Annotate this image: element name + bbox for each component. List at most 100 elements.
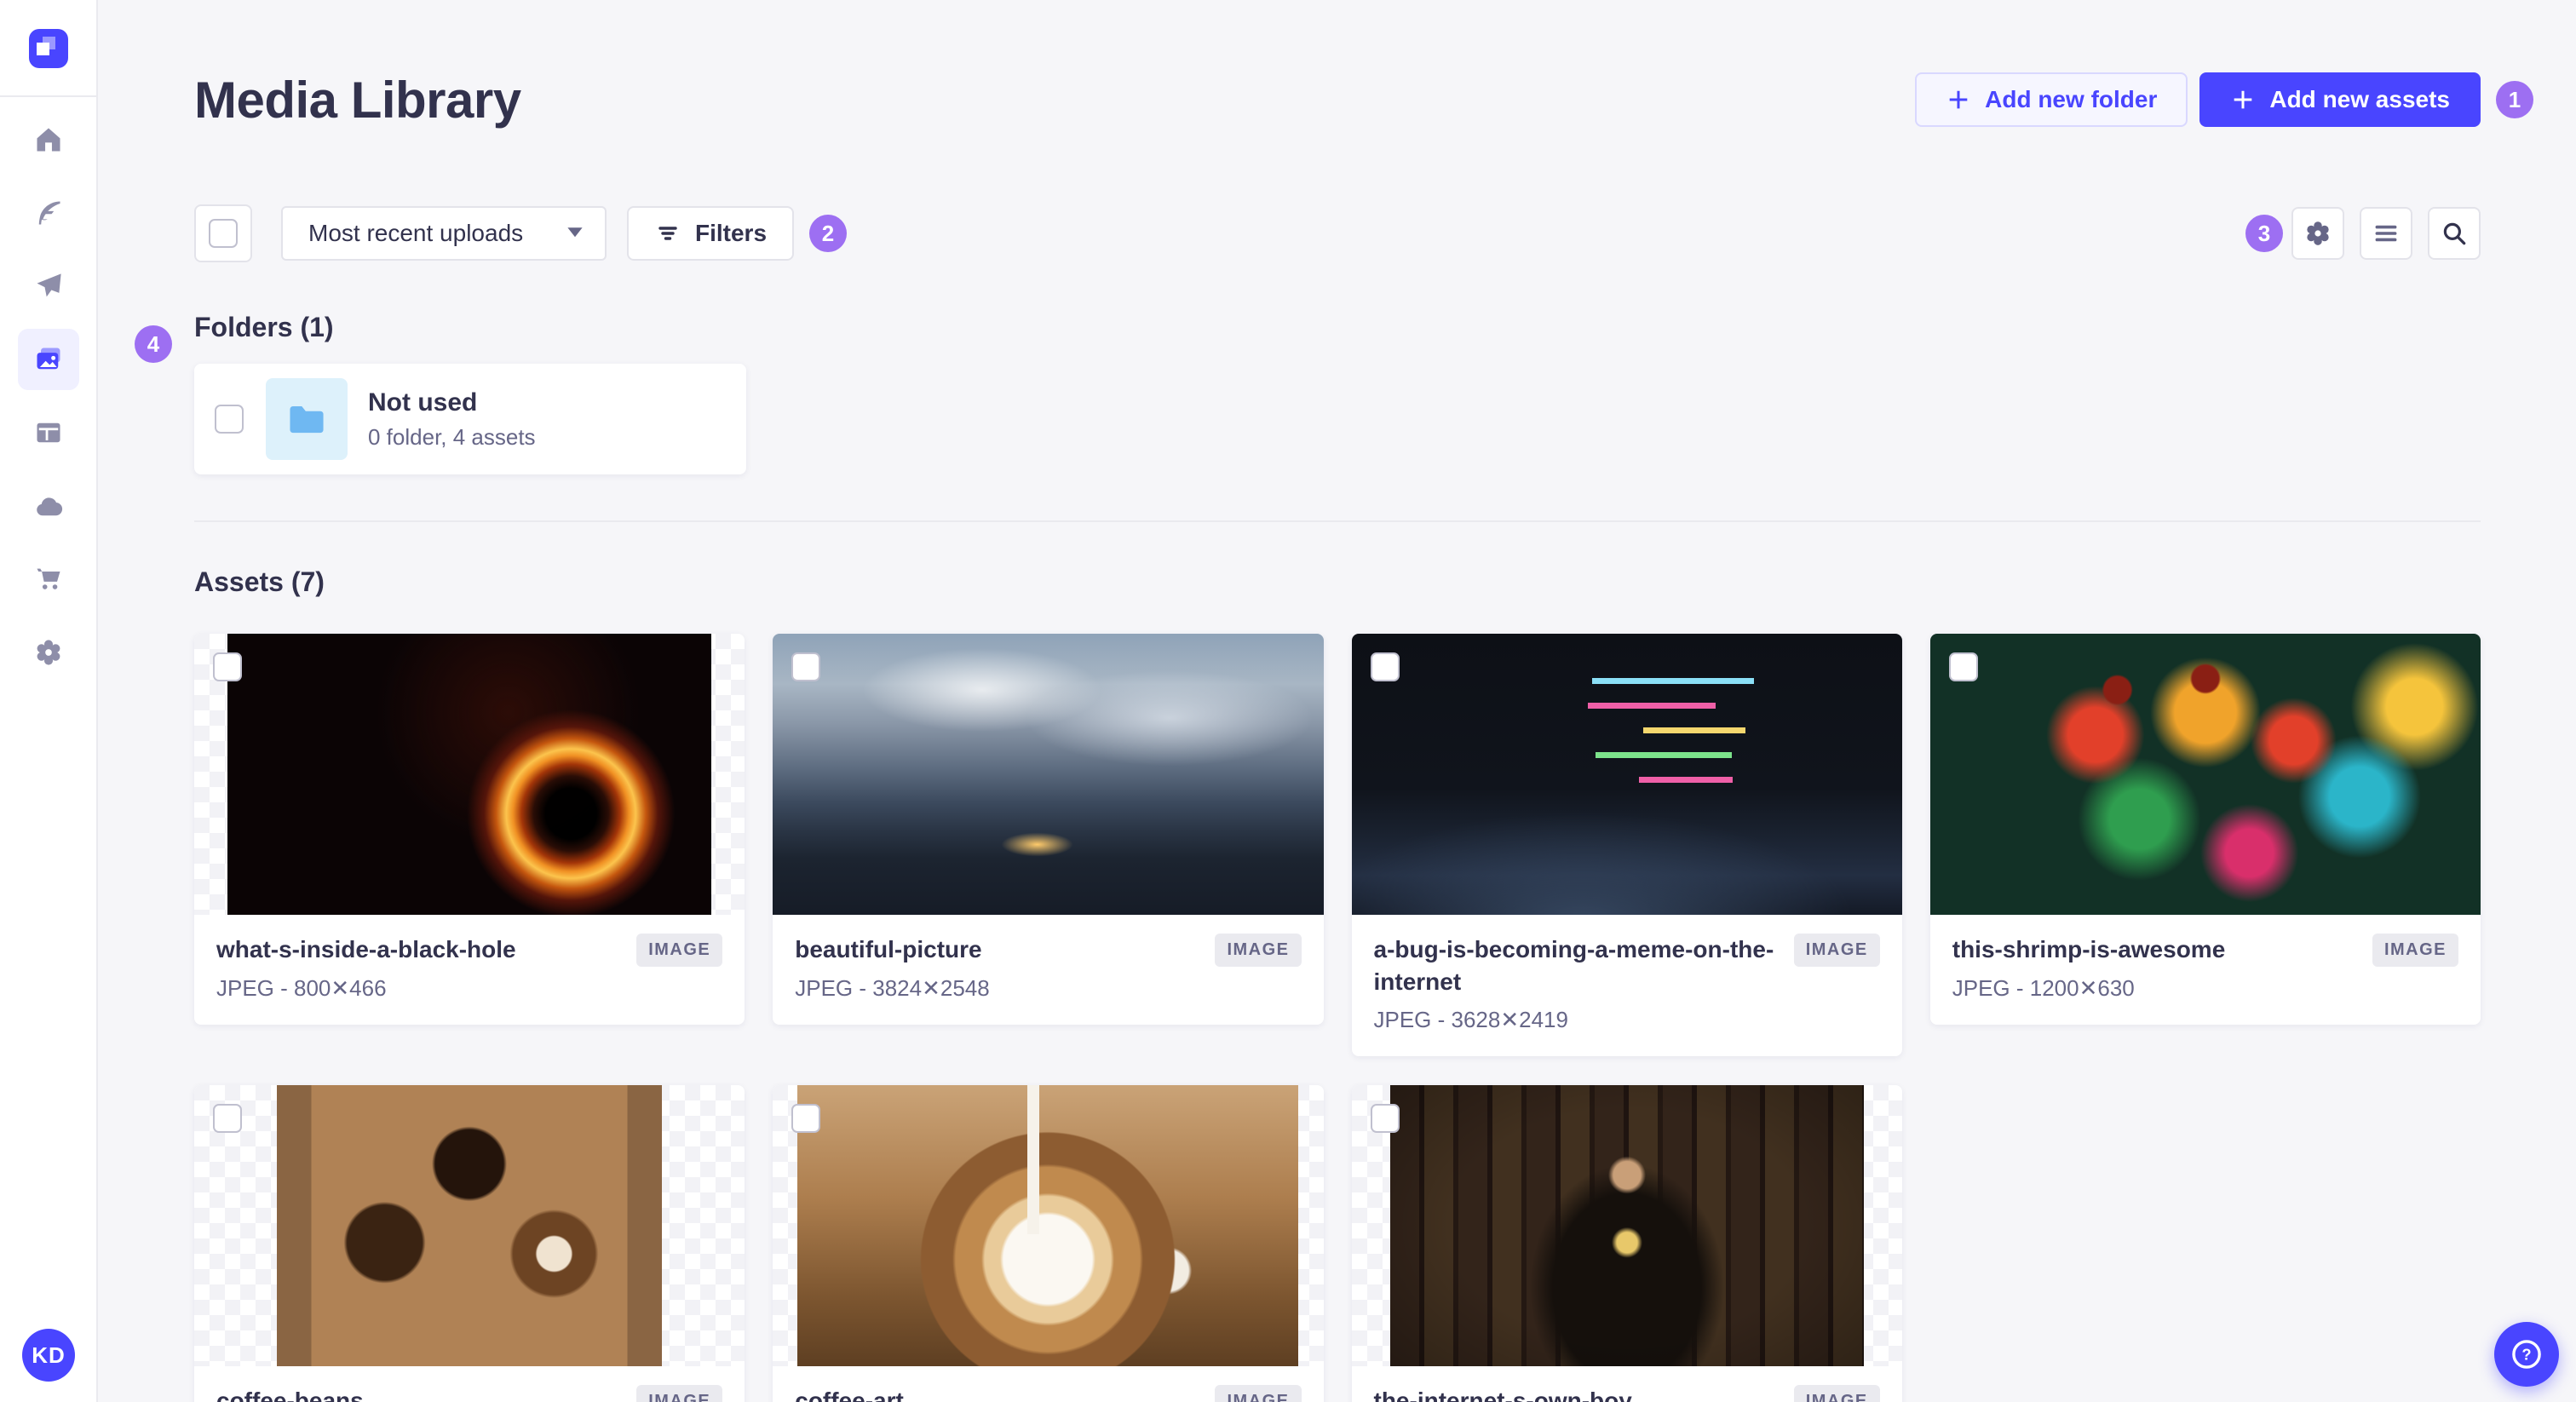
assets-heading-label: Assets (7) — [194, 566, 325, 597]
asset-type-badge: IMAGE — [1215, 934, 1302, 967]
images-icon — [37, 348, 60, 370]
asset-card[interactable]: coffee-art IMAGE JPEG - 5824✕3259 — [773, 1085, 1324, 1402]
list-icon — [2375, 225, 2397, 242]
asset-checkbox[interactable] — [1370, 652, 1400, 681]
sort-select-value: Most recent uploads — [308, 220, 524, 246]
asset-thumbnail — [194, 1085, 745, 1366]
list-view-button[interactable] — [2360, 207, 2412, 260]
folder-card[interactable]: Not used 0 folder, 4 assets — [194, 364, 746, 474]
sidebar-item-gear[interactable] — [18, 622, 79, 683]
chevron-down-icon — [567, 227, 583, 238]
asset-thumbnail — [773, 634, 1324, 915]
asset-thumbnail — [1351, 1085, 1902, 1366]
assets-heading: Assets (7) — [194, 566, 325, 598]
asset-info: coffee-beans IMAGE JPEG - 5021✕3347 — [194, 1366, 745, 1402]
sidebar-divider — [0, 95, 96, 97]
asset-checkbox[interactable] — [1370, 1104, 1400, 1133]
sidebar-item-cloud[interactable] — [18, 475, 79, 537]
asset-info: what-s-inside-a-black-hole IMAGE JPEG - … — [194, 915, 745, 1025]
asset-image — [773, 634, 1324, 915]
annotation-badge-3: 3 — [2245, 215, 2283, 252]
folder-tile — [266, 378, 348, 460]
plus-icon — [2234, 90, 2252, 109]
asset-info: a-bug-is-becoming-a-meme-on-the-internet… — [1352, 915, 1902, 1056]
sort-select[interactable]: Most recent uploads — [281, 206, 607, 261]
add-new-assets-button[interactable]: Add new assets — [2199, 72, 2481, 127]
folders-heading-label: Folders (1) — [194, 312, 334, 342]
asset-card[interactable]: beautiful-picture IMAGE JPEG - 3824✕2548 — [773, 634, 1324, 1025]
avatar[interactable]: KD — [22, 1329, 75, 1382]
asset-meta: JPEG - 3824✕2548 — [795, 975, 990, 1001]
folder-icon — [290, 406, 324, 434]
help-button[interactable]: ? — [2494, 1322, 2559, 1387]
cart-icon — [37, 568, 60, 589]
asset-title: coffee-beans — [216, 1388, 364, 1402]
asset-image — [227, 634, 712, 915]
asset-checkbox[interactable] — [791, 652, 821, 681]
sidebar-item-paper-plane[interactable] — [18, 256, 79, 317]
annotation-badge-1: 1 — [2496, 81, 2533, 118]
search-icon — [2443, 222, 2466, 245]
layout-icon — [37, 422, 60, 443]
sidebar-item-home[interactable] — [18, 109, 79, 170]
asset-checkbox[interactable] — [1948, 652, 1978, 681]
select-all-checkbox[interactable] — [194, 204, 252, 262]
page-title: Media Library — [194, 71, 521, 129]
asset-card[interactable]: what-s-inside-a-black-hole IMAGE JPEG - … — [194, 634, 745, 1025]
asset-info: the-internet-s-own-boy IMAGE JPEG - 1200… — [1352, 1366, 1902, 1402]
sidebar-item-layout[interactable] — [18, 402, 79, 463]
folder-checkbox[interactable] — [215, 405, 244, 434]
view-settings-button[interactable] — [2291, 207, 2344, 260]
strapi-logo[interactable] — [28, 29, 68, 68]
feather-icon — [38, 201, 60, 225]
asset-image — [1929, 634, 2481, 915]
filter-icon — [658, 227, 677, 240]
asset-image — [797, 1085, 1299, 1366]
asset-card[interactable]: this-shrimp-is-awesome IMAGE JPEG - 1200… — [1929, 634, 2481, 1025]
asset-checkbox[interactable] — [213, 652, 242, 681]
asset-info: coffee-art IMAGE JPEG - 5824✕3259 — [773, 1366, 1323, 1402]
asset-image — [276, 1085, 663, 1366]
gear-icon — [2307, 221, 2329, 245]
asset-thumbnail — [1929, 634, 2481, 915]
gear-icon — [37, 640, 60, 665]
asset-thumbnail — [1351, 634, 1902, 915]
asset-info: this-shrimp-is-awesome IMAGE JPEG - 1200… — [1930, 915, 2481, 1025]
asset-card[interactable]: coffee-beans IMAGE JPEG - 5021✕3347 — [194, 1085, 745, 1402]
assets-section: Assets (7) what-s-inside-a-black-hole IM… — [194, 566, 2481, 1402]
asset-image — [1389, 1085, 1864, 1366]
asset-meta: JPEG - 1200✕630 — [1952, 975, 2135, 1001]
assets-grid: what-s-inside-a-black-hole IMAGE JPEG - … — [194, 634, 2481, 1402]
search-button[interactable] — [2428, 207, 2481, 260]
plus-icon — [1949, 90, 1968, 109]
folder-name: Not used — [368, 388, 478, 417]
asset-card[interactable]: the-internet-s-own-boy IMAGE JPEG - 1200… — [1351, 1085, 1902, 1402]
asset-title: coffee-art — [795, 1388, 904, 1402]
asset-title: the-internet-s-own-boy — [1373, 1388, 1632, 1402]
sidebar-item-feather[interactable] — [18, 182, 79, 244]
sidebar-item-cart[interactable] — [18, 549, 79, 610]
asset-image — [1351, 634, 1902, 915]
asset-checkbox[interactable] — [213, 1104, 242, 1133]
asset-checkbox[interactable] — [791, 1104, 821, 1133]
folder-meta: 0 folder, 4 assets — [368, 423, 536, 450]
asset-type-badge: IMAGE — [1793, 934, 1880, 967]
add-new-folder-button[interactable]: Add new folder — [1915, 72, 2188, 127]
asset-thumbnail — [194, 634, 745, 915]
asset-title: a-bug-is-becoming-a-meme-on-the-internet — [1373, 936, 1774, 995]
filters-button[interactable]: Filters — [627, 206, 795, 261]
asset-title: this-shrimp-is-awesome — [1952, 936, 2226, 962]
folders-heading: 4 Folders (1) — [135, 312, 334, 363]
filters-label: Filters — [695, 220, 768, 246]
sidebar-item-images[interactable] — [17, 329, 79, 390]
asset-info: beautiful-picture IMAGE JPEG - 3824✕2548 — [773, 915, 1323, 1025]
sidebar: KD — [0, 0, 98, 1402]
header-actions: Add new folder Add new assets 1 — [1915, 72, 2533, 127]
asset-card[interactable]: a-bug-is-becoming-a-meme-on-the-internet… — [1351, 634, 1902, 1056]
folder-text: Not used 0 folder, 4 assets — [368, 388, 536, 451]
asset-thumbnail — [773, 1085, 1324, 1366]
media-library-page: KD Media Library Add new folder Add new … — [0, 0, 2576, 1402]
page-header: Media Library Add new folder Add new ass… — [194, 71, 2533, 129]
asset-title: beautiful-picture — [795, 936, 982, 962]
cloud-icon — [36, 497, 62, 516]
